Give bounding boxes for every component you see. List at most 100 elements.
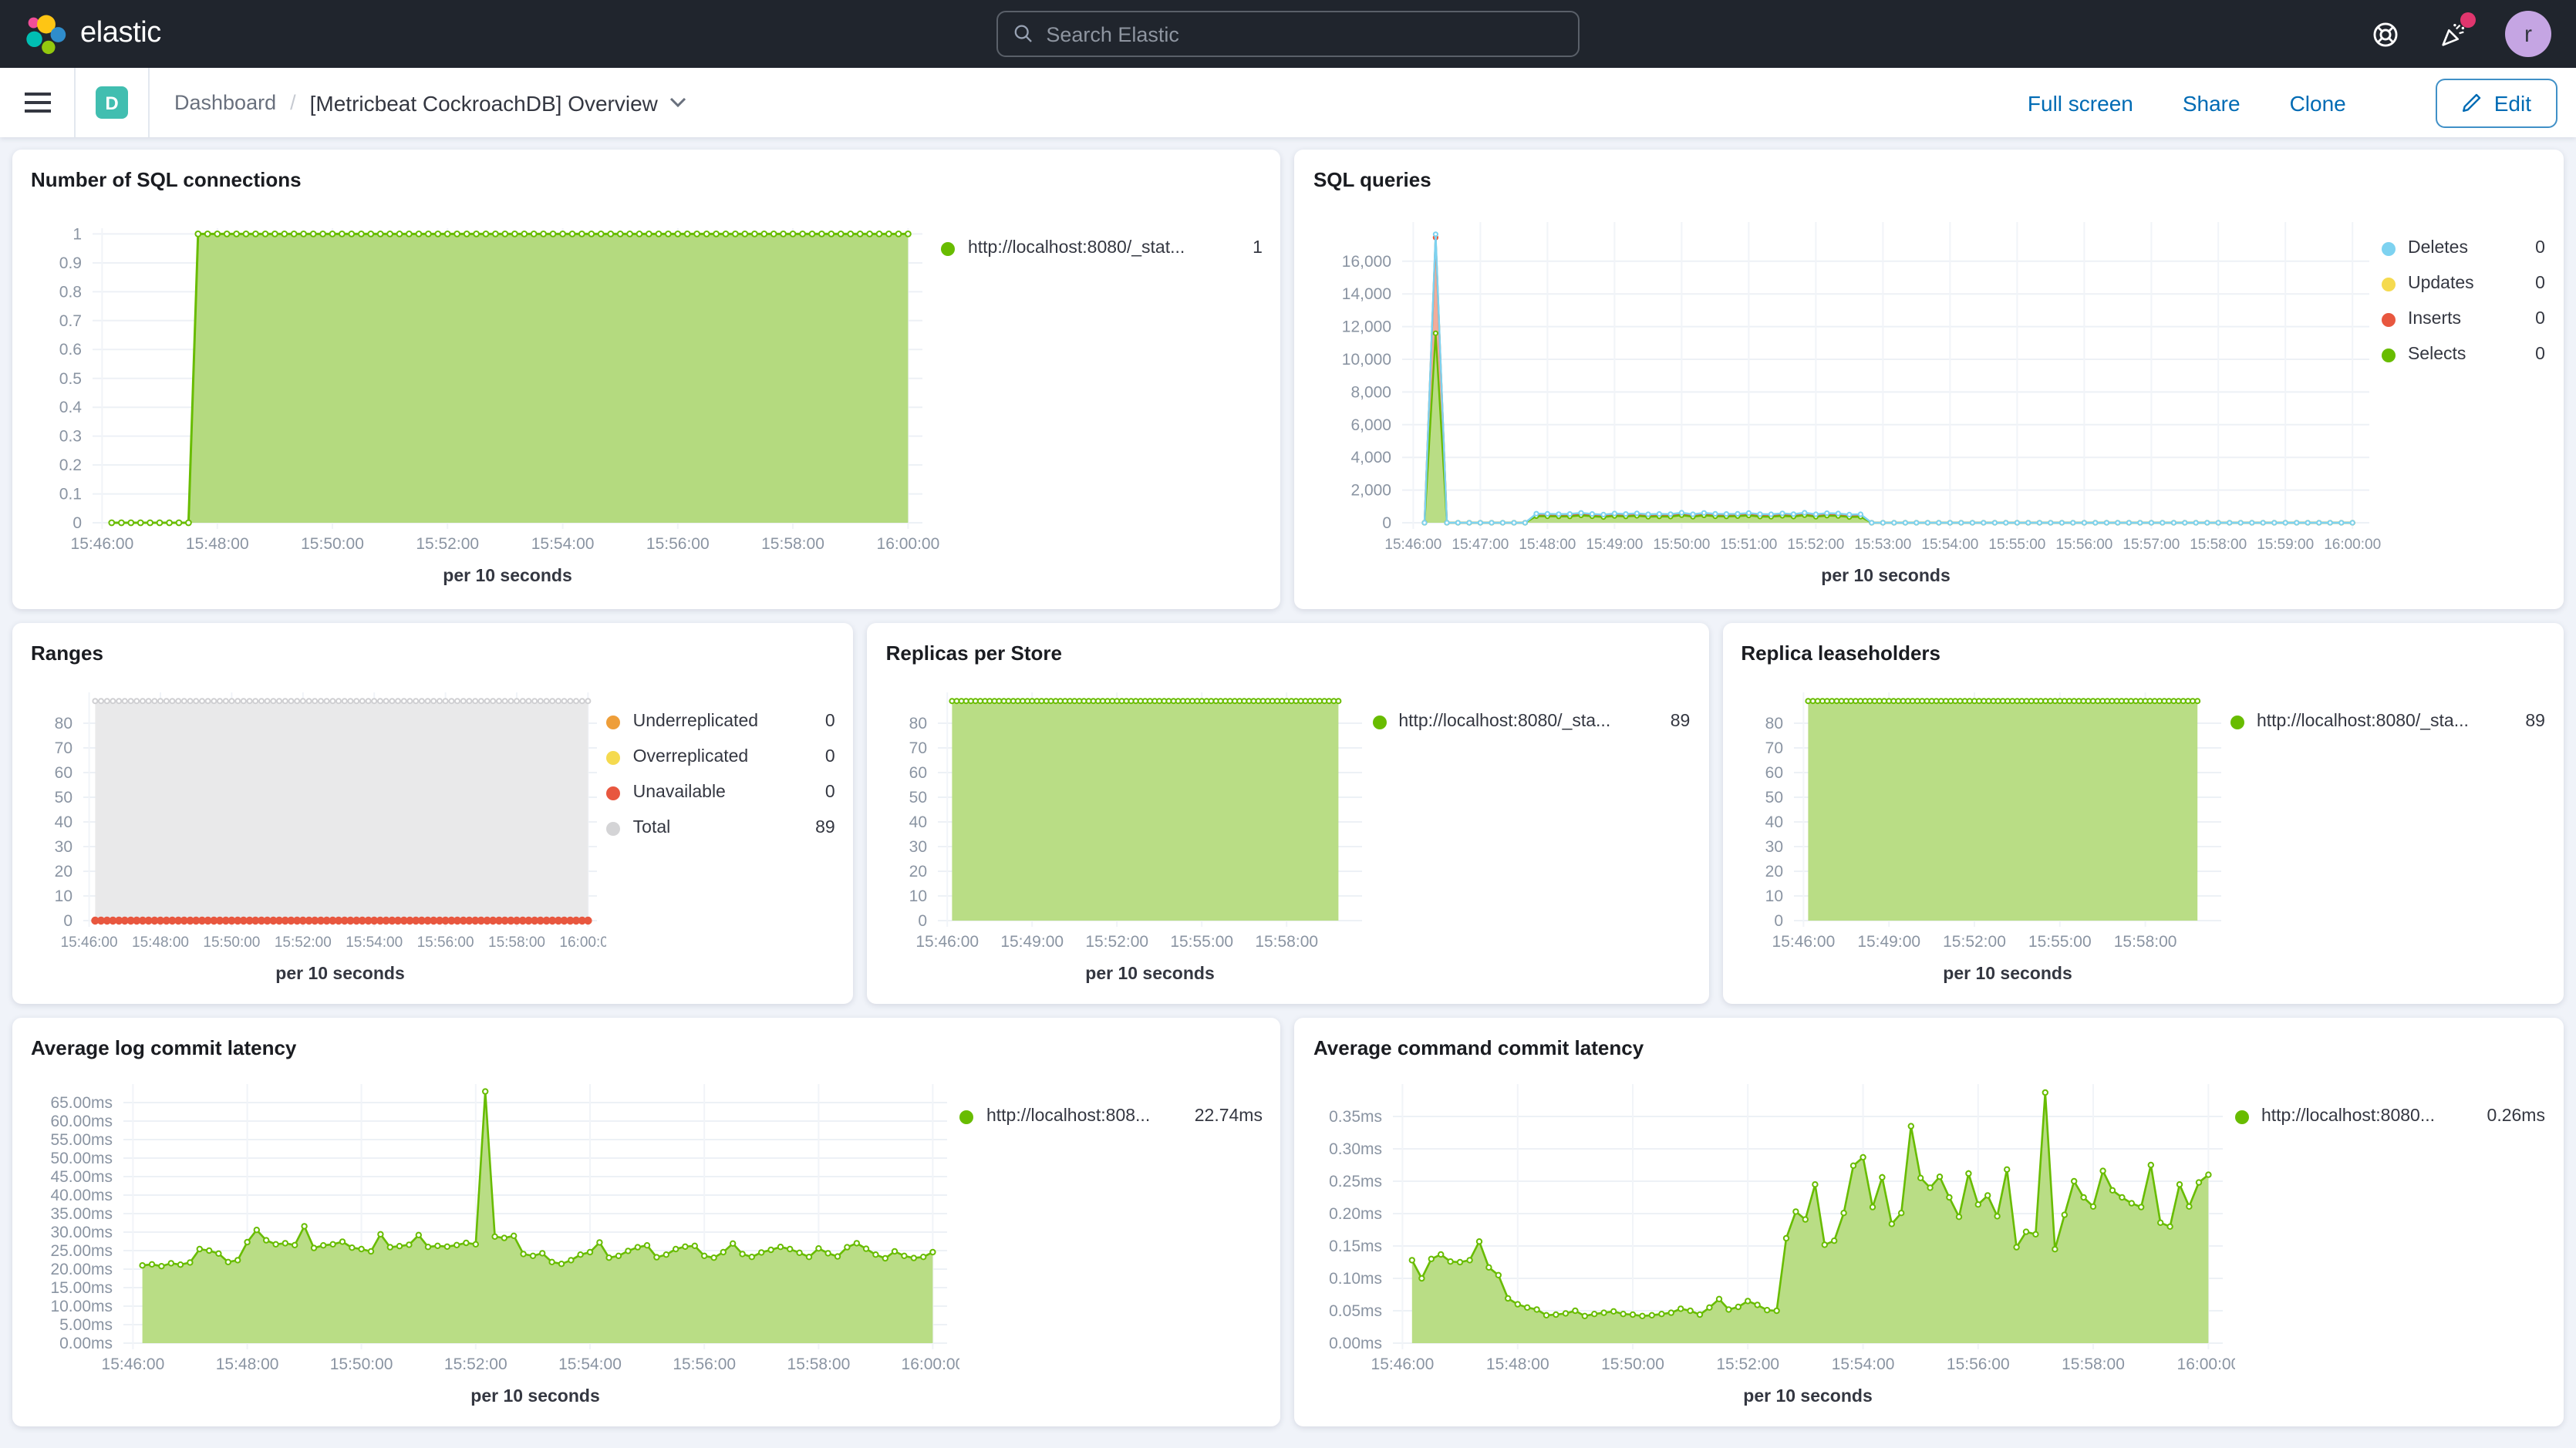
share-link[interactable]: Share [2183,90,2241,115]
svg-text:15:51:00: 15:51:00 [1721,537,1778,553]
legend-dot-icon [607,716,621,729]
legend-value: 0 [2520,308,2545,332]
svg-text:45.00ms: 45.00ms [50,1168,113,1186]
chart-canvas[interactable]: 0102030405060708015:46:0015:49:0015:52:0… [880,671,1372,1001]
legend-item[interactable]: http://localhost:8080/_sta...89 [1372,711,1690,734]
menu-button[interactable] [0,68,74,137]
legend-item[interactable]: Selects0 [2382,344,2545,367]
svg-text:15:56:00: 15:56:00 [646,535,710,553]
legend-value: 0 [2520,344,2545,367]
legend-item[interactable]: Unavailable0 [607,782,835,805]
svg-text:15:56:00: 15:56:00 [417,934,474,951]
svg-text:0.5: 0.5 [59,370,82,388]
legend-dot-icon [2382,349,2396,362]
svg-text:0: 0 [1383,514,1392,532]
chart-canvas[interactable]: 0102030405060708015:46:0015:48:0015:50:0… [25,671,606,1001]
legend-item[interactable]: Updates0 [2382,273,2545,296]
legend-item[interactable]: http://localhost:8080...0.26ms [2235,1106,2545,1129]
svg-text:4,000: 4,000 [1351,449,1392,466]
legend-value: 0 [2520,237,2545,261]
page-title[interactable]: [Metricbeat CockroachDB] Overview [310,90,687,115]
svg-text:15:48:00: 15:48:00 [1519,537,1576,553]
chart-canvas[interactable]: 0.00ms5.00ms10.00ms15.00ms20.00ms25.00ms… [25,1066,959,1423]
legend-item[interactable]: Inserts 0 [2382,308,2545,332]
svg-text:2,000: 2,000 [1351,482,1392,500]
legend-item[interactable]: Underreplicated0 [607,711,835,734]
svg-text:35.00ms: 35.00ms [50,1205,113,1223]
svg-text:10,000: 10,000 [1343,351,1392,369]
legend-item[interactable]: Total89 [607,817,835,840]
legend-item[interactable]: http://localhost:808...22.74ms [960,1106,1263,1129]
legend-value: 0.26ms [2472,1106,2545,1129]
header-bar: elastic [0,0,2576,68]
chart-area: 00.10.20.30.40.50.60.70.80.9115:46:0015:… [25,197,942,606]
breadcrumb: Dashboard / [Metricbeat CockroachDB] Ove… [174,90,687,115]
clone-link[interactable]: Clone [2290,90,2346,115]
chart-row: 00.10.20.30.40.50.60.70.80.9115:46:0015:… [25,197,1269,606]
legend-item[interactable]: Deletes0 [2382,237,2545,261]
svg-text:15:54:00: 15:54:00 [1922,537,1979,553]
chart-canvas[interactable]: 0.00ms0.05ms0.10ms0.15ms0.20ms0.25ms0.30… [1307,1066,2236,1423]
svg-text:per 10 seconds: per 10 seconds [275,963,404,983]
breadcrumb-dashboard[interactable]: Dashboard [174,91,276,114]
chart-row: 02,0004,0006,0008,00010,00012,00014,0001… [1307,197,2551,606]
svg-text:15:46:00: 15:46:00 [1385,537,1442,553]
legend-dot-icon [2235,1110,2249,1124]
svg-text:60: 60 [1765,764,1782,782]
chart-canvas[interactable]: 02,0004,0006,0008,00010,00012,00014,0001… [1307,197,2382,606]
chart-legend: http://localhost:808...22.74ms [960,1066,1269,1423]
svg-text:16:00:00: 16:00:00 [902,1355,959,1373]
search-input[interactable] [1046,22,1563,45]
user-avatar[interactable]: r [2505,11,2551,57]
svg-text:0.10ms: 0.10ms [1330,1270,1383,1288]
dashboard-grid: Number of SQL connections 00.10.20.30.40… [0,137,2576,1439]
help-button[interactable] [2369,19,2400,49]
svg-text:per 10 seconds: per 10 seconds [1744,1386,1873,1406]
legend-item[interactable]: Overreplicated0 [607,746,835,769]
panel-sql-connections: Number of SQL connections 00.10.20.30.40… [12,150,1281,609]
legend-value: 89 [2510,711,2545,734]
chart-row: 0.00ms5.00ms10.00ms15.00ms20.00ms25.00ms… [25,1066,1269,1423]
dashboard-space-badge[interactable]: D [96,86,128,119]
chart-row: 0102030405060708015:46:0015:49:0015:52:0… [1735,671,2551,1001]
svg-text:40: 40 [55,813,72,831]
legend-label: Inserts [2408,308,2461,332]
svg-text:15:50:00: 15:50:00 [1654,537,1711,553]
chart-row: 0.00ms0.05ms0.10ms0.15ms0.20ms0.25ms0.30… [1307,1066,2551,1423]
svg-text:15:46:00: 15:46:00 [1772,933,1835,951]
svg-text:16:00:00: 16:00:00 [559,934,606,951]
notification-dot [2460,12,2476,28]
chart-row: 0102030405060708015:46:0015:49:0015:52:0… [880,671,1697,1001]
svg-text:10: 10 [909,887,927,905]
newsfeed-button[interactable] [2437,19,2468,49]
svg-text:0.2: 0.2 [59,456,82,474]
toolbar-actions: Full screen Share Clone Edit [2028,78,2557,127]
svg-text:0.4: 0.4 [59,399,83,416]
chart-legend: http://localhost:8080/_sta...89 [1372,671,1696,1001]
legend-label: Unavailable [633,782,726,805]
svg-text:60: 60 [909,764,927,782]
svg-text:15:50:00: 15:50:00 [1602,1355,1665,1373]
elastic-brand[interactable]: elastic [25,13,161,55]
svg-text:20: 20 [55,863,72,881]
svg-text:15:58:00: 15:58:00 [761,535,824,553]
chart-area: 0.00ms5.00ms10.00ms15.00ms20.00ms25.00ms… [25,1066,960,1423]
elastic-logo-icon [25,13,66,55]
legend-item[interactable]: http://localhost:8080/_sta...89 [2230,711,2545,734]
svg-text:40.00ms: 40.00ms [50,1187,113,1204]
chart-canvas[interactable]: 0102030405060708015:46:0015:49:0015:52:0… [1735,671,2230,1001]
panel-title: Average command commit latency [1307,1030,2551,1066]
svg-text:1: 1 [72,225,82,243]
global-search[interactable] [996,11,1580,57]
svg-text:16:00:00: 16:00:00 [2325,537,2382,553]
legend-value: 89 [1655,711,1691,734]
edit-button[interactable]: Edit [2436,78,2557,127]
full-screen-link[interactable]: Full screen [2028,90,2133,115]
svg-text:40: 40 [909,813,927,831]
svg-text:0.35ms: 0.35ms [1330,1108,1383,1126]
legend-item[interactable]: http://localhost:8080/_stat...1 [942,237,1263,261]
legend-label: Updates [2408,273,2474,296]
svg-text:0: 0 [919,912,928,930]
chart-canvas[interactable]: 00.10.20.30.40.50.60.70.80.9115:46:0015:… [25,197,941,606]
svg-text:80: 80 [1765,715,1782,732]
